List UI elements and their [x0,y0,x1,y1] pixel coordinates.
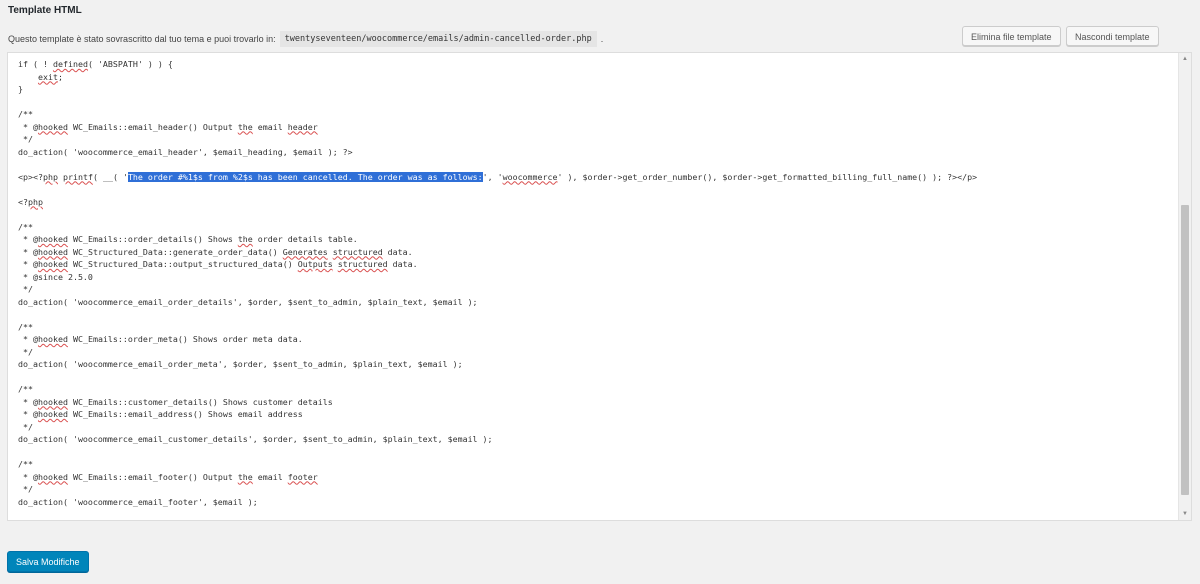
scroll-thumb[interactable] [1181,205,1189,495]
template-code[interactable]: if ( ! defined( 'ABSPATH' ) ) { exit; } … [18,58,1169,508]
hide-template-button[interactable]: Nascondi template [1066,26,1159,46]
notice-suffix: . [600,34,604,44]
code-editor[interactable]: if ( ! defined( 'ABSPATH' ) ) { exit; } … [7,52,1192,521]
notice-text: Questo template è stato sovrascritto dal… [8,34,276,44]
editor-scrollbar[interactable]: ▲ ▼ [1178,53,1191,520]
save-changes-button[interactable]: Salva Modifiche [7,551,89,572]
section-title: Template HTML [8,5,82,16]
selected-text: The order #%1$s from %2$s has been cance… [127,171,483,182]
override-notice: Questo template è stato sovrascritto dal… [8,31,603,47]
template-path: twentyseventeen/woocommerce/emails/admin… [279,31,597,47]
scroll-up-arrow-icon[interactable]: ▲ [1179,53,1191,65]
scroll-down-arrow-icon[interactable]: ▼ [1179,508,1191,520]
code-area[interactable]: if ( ! defined( 'ABSPATH' ) ) { exit; } … [18,58,1169,520]
delete-template-button[interactable]: Elimina file template [962,26,1061,46]
